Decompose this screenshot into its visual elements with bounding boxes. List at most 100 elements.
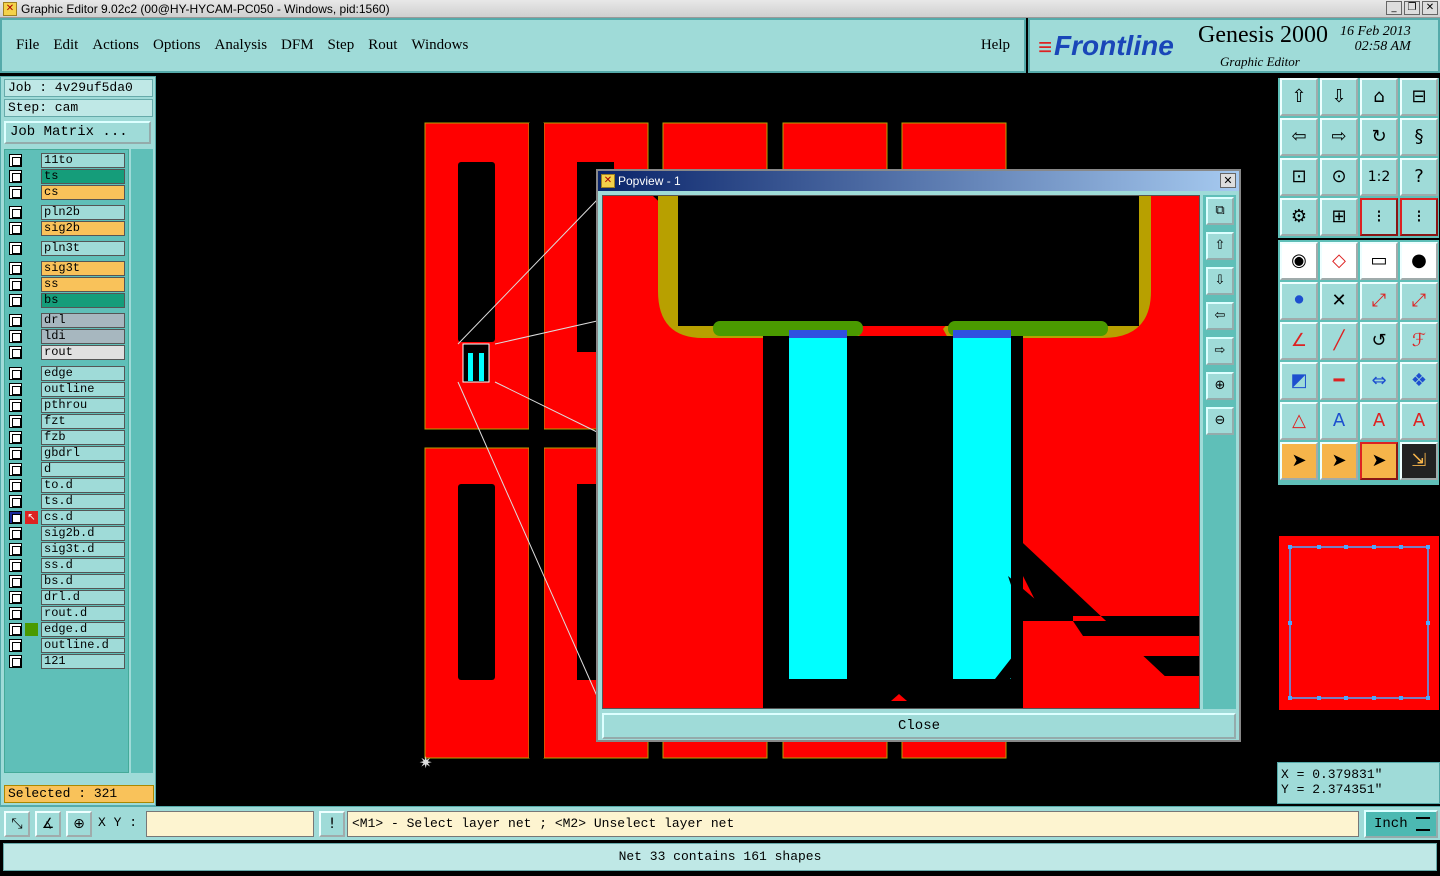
menu-analysis[interactable]: Analysis bbox=[215, 37, 268, 54]
layer-row-outline[interactable]: outline bbox=[6, 382, 129, 397]
layer-checkbox[interactable] bbox=[9, 639, 22, 652]
layer-name[interactable]: ldi bbox=[41, 329, 125, 344]
snap-mode-icon[interactable]: ⤡ bbox=[4, 811, 30, 837]
layer-display-icon[interactable]: ⁝ bbox=[1360, 198, 1398, 236]
menu-windows[interactable]: Windows bbox=[411, 37, 468, 54]
layer-row-edge[interactable]: edge bbox=[6, 366, 129, 381]
popview-copy-icon[interactable]: ⧉ bbox=[1206, 197, 1234, 225]
layer-name[interactable]: bs bbox=[41, 293, 125, 308]
pan-up-icon[interactable]: ⇧ bbox=[1280, 78, 1318, 116]
job-matrix-button[interactable]: Job Matrix ... bbox=[4, 121, 151, 144]
popview-zoom-in-icon[interactable]: ⊕ bbox=[1206, 372, 1234, 400]
layer-checkbox[interactable] bbox=[9, 607, 22, 620]
layer-checkbox[interactable] bbox=[9, 431, 22, 444]
layer-row-bs[interactable]: bs bbox=[6, 293, 129, 308]
layer-row-sig3t[interactable]: sig3t bbox=[6, 261, 129, 276]
layer-row-fzb[interactable]: fzb bbox=[6, 430, 129, 445]
minimize-button[interactable]: _ bbox=[1386, 1, 1402, 15]
delete-icon[interactable]: ✕ bbox=[1320, 282, 1358, 320]
layer-checkbox[interactable] bbox=[9, 623, 22, 636]
layer-row-11to[interactable]: 11to bbox=[6, 153, 129, 168]
a-shape-icon[interactable]: A bbox=[1320, 402, 1358, 440]
layer-name[interactable]: outline bbox=[41, 382, 125, 397]
layer-name[interactable]: ts.d bbox=[41, 494, 125, 509]
layer-name[interactable]: fzb bbox=[41, 430, 125, 445]
layer-checkbox[interactable] bbox=[9, 262, 22, 275]
layer-checkbox[interactable] bbox=[9, 399, 22, 412]
layer-checkbox[interactable] bbox=[9, 170, 22, 183]
select-box-icon[interactable]: ➤ bbox=[1320, 442, 1358, 480]
add-surface-icon[interactable]: ● bbox=[1400, 242, 1438, 280]
layer-row-edge-d[interactable]: edge.d bbox=[6, 622, 129, 637]
layer-name[interactable]: ss.d bbox=[41, 558, 125, 573]
layer-row-rout-d[interactable]: rout.d bbox=[6, 606, 129, 621]
resize-icon[interactable]: ⇔ bbox=[1360, 362, 1398, 400]
menu-actions[interactable]: Actions bbox=[92, 37, 139, 54]
layer-name[interactable]: d bbox=[41, 462, 125, 477]
popview-pan-down-icon[interactable]: ⇩ bbox=[1206, 267, 1234, 295]
menu-edit[interactable]: Edit bbox=[53, 37, 78, 54]
pan-left-icon[interactable]: ⇦ bbox=[1280, 118, 1318, 156]
layer-checkbox[interactable] bbox=[9, 314, 22, 327]
layer-checkbox[interactable] bbox=[9, 575, 22, 588]
layer-row-outline-d[interactable]: outline.d bbox=[6, 638, 129, 653]
layer-name[interactable]: ss bbox=[41, 277, 125, 292]
layer-checkbox[interactable] bbox=[9, 367, 22, 380]
layer-checkbox[interactable] bbox=[9, 447, 22, 460]
redraw-icon[interactable]: ↻ bbox=[1360, 118, 1398, 156]
layer-checkbox[interactable] bbox=[9, 383, 22, 396]
connect-alt-icon[interactable]: ⤢ bbox=[1400, 282, 1438, 320]
layer-checkbox[interactable] bbox=[9, 154, 22, 167]
menu-dfm[interactable]: DFM bbox=[281, 37, 314, 54]
menu-options[interactable]: Options bbox=[153, 37, 201, 54]
feature-icon[interactable]: ℱ bbox=[1400, 322, 1438, 360]
layer-checkbox[interactable] bbox=[9, 186, 22, 199]
snap-angle-icon[interactable]: ∡ bbox=[35, 811, 61, 837]
layer-name[interactable]: sig3t.d bbox=[41, 542, 125, 557]
layer-row-pthrou[interactable]: pthrou bbox=[6, 398, 129, 413]
layer-checkbox[interactable] bbox=[9, 591, 22, 604]
layer-row-ts-d[interactable]: ts.d bbox=[6, 494, 129, 509]
info-icon[interactable]: ! bbox=[319, 811, 345, 837]
move-pad-icon[interactable]: ◩ bbox=[1280, 362, 1318, 400]
select-net-icon[interactable]: ➤ bbox=[1360, 442, 1398, 480]
layer-row-sig3t-d[interactable]: sig3t.d bbox=[6, 542, 129, 557]
layer-checkbox[interactable] bbox=[9, 655, 22, 668]
layer-row-gbdrl[interactable]: gbdrl bbox=[6, 446, 129, 461]
layer-checkbox[interactable] bbox=[9, 511, 22, 524]
zoom-center-icon[interactable]: ⊙ bbox=[1320, 158, 1358, 196]
maximize-button[interactable]: ❐ bbox=[1404, 1, 1420, 15]
popview-pan-up-icon[interactable]: ⇧ bbox=[1206, 232, 1234, 260]
layer-row-fzt[interactable]: fzt bbox=[6, 414, 129, 429]
menu-help[interactable]: Help bbox=[981, 37, 1010, 54]
layer-checkbox[interactable] bbox=[9, 495, 22, 508]
layer-name[interactable]: bs.d bbox=[41, 574, 125, 589]
zoom-fit-icon[interactable]: ⊡ bbox=[1280, 158, 1318, 196]
layer-name[interactable]: edge bbox=[41, 366, 125, 381]
select-route-icon[interactable]: ⇲ bbox=[1400, 442, 1438, 480]
popview-close-icon[interactable]: ✕ bbox=[1220, 173, 1236, 188]
layer-name[interactable]: rout.d bbox=[41, 606, 125, 621]
layer-checkbox[interactable] bbox=[9, 415, 22, 428]
layer-checkbox[interactable] bbox=[9, 206, 22, 219]
split-view-icon[interactable]: ⊟ bbox=[1400, 78, 1438, 116]
layer-name[interactable]: sig2b.d bbox=[41, 526, 125, 541]
layer-name[interactable]: to.d bbox=[41, 478, 125, 493]
layer-name[interactable]: gbdrl bbox=[41, 446, 125, 461]
layer-name[interactable]: ts bbox=[41, 169, 125, 184]
triangle-icon[interactable]: △ bbox=[1280, 402, 1318, 440]
group-icon[interactable]: ❖ bbox=[1400, 362, 1438, 400]
menu-file[interactable]: File bbox=[16, 37, 39, 54]
layer-name[interactable]: drl bbox=[41, 313, 125, 328]
arc-icon[interactable]: ↺ bbox=[1360, 322, 1398, 360]
layer-row-bs-d[interactable]: bs.d bbox=[6, 574, 129, 589]
layer-name[interactable]: pln2b bbox=[41, 205, 125, 220]
layer-row-sig2b-d[interactable]: sig2b.d bbox=[6, 526, 129, 541]
layer-name[interactable]: 11to bbox=[41, 153, 125, 168]
layer-name[interactable]: pln3t bbox=[41, 241, 125, 256]
popview-canvas[interactable] bbox=[602, 195, 1200, 709]
popview-pan-right-icon[interactable]: ⇨ bbox=[1206, 337, 1234, 365]
layer-name[interactable]: drl.d bbox=[41, 590, 125, 605]
layer-row-sig2b[interactable]: sig2b bbox=[6, 221, 129, 236]
layer-row-drl[interactable]: drl bbox=[6, 313, 129, 328]
